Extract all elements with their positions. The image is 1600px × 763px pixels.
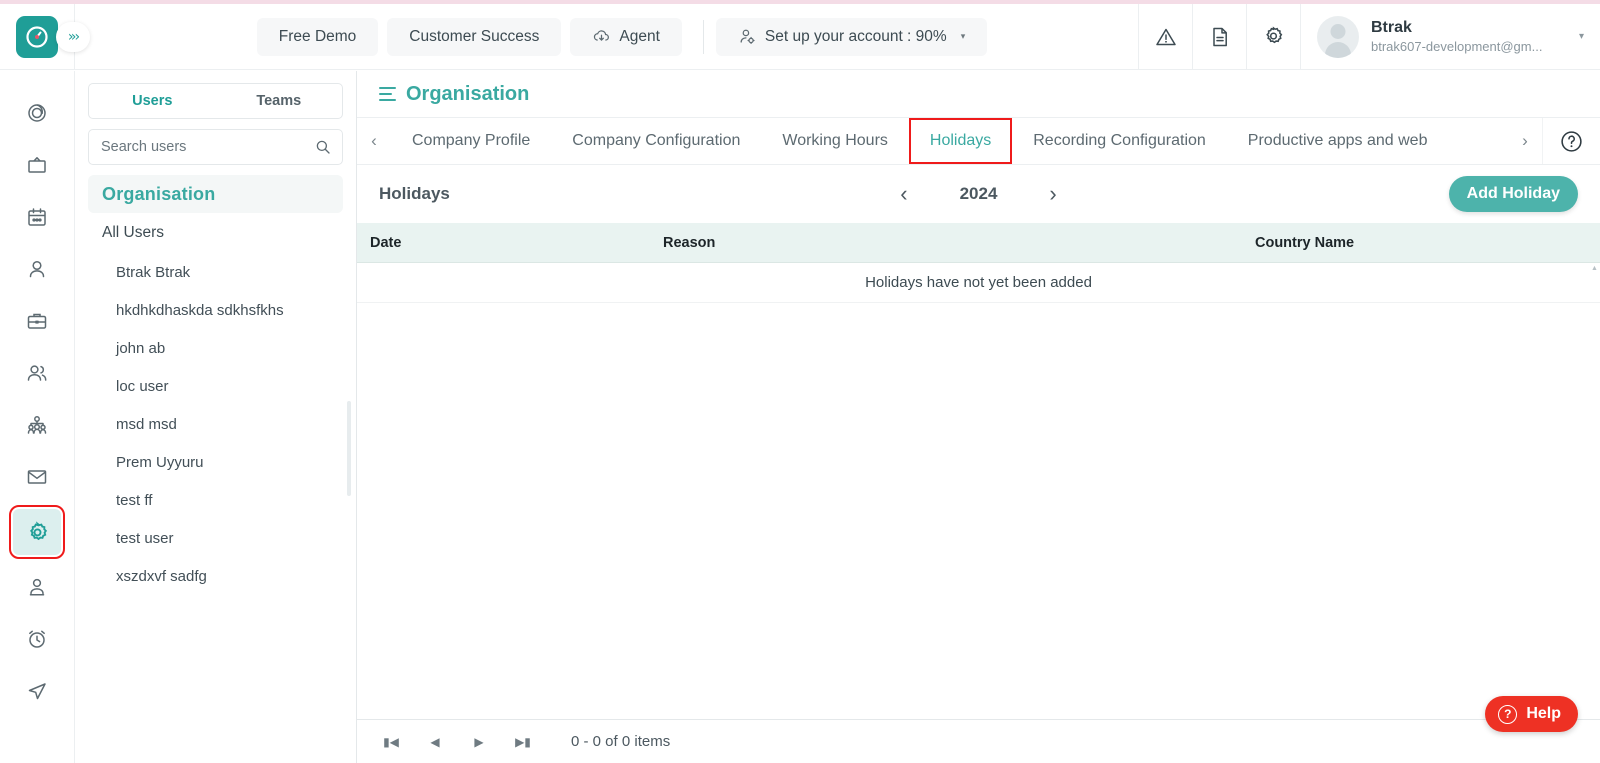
question-mark-icon: ? [1498,704,1518,724]
tab-company-profile[interactable]: Company Profile [391,118,551,164]
tabs-scroll-area: Company Profile Company Configuration Wo… [391,118,1508,164]
last-page-icon[interactable]: ▶▮ [501,720,545,763]
sidebar-icon-mail[interactable] [15,457,59,497]
settings-tabbar: ‹ Company Profile Company Configuration … [357,117,1600,165]
table-pager: ▮◀ ◀ ▶ ▶▮ 0 - 0 of 0 items [357,719,1600,763]
org-node-organisation[interactable]: Organisation [88,175,343,213]
list-item[interactable]: hkdhkdhaskda sdkhsfkhs [88,291,343,329]
users-teams-tabs: Users Teams [88,83,343,119]
next-year-button[interactable]: › [1049,181,1056,207]
sidebar-icon-screenshots[interactable] [15,145,59,185]
sidebar-icon-send[interactable] [15,671,59,711]
sidebar-icon-settings[interactable] [9,505,65,559]
sidebar-icon-calendar[interactable] [15,197,59,237]
main-content: Organisation ‹ Company Profile Company C… [357,71,1600,763]
search-input[interactable] [101,139,314,155]
sidebar-icon-projects[interactable] [15,301,59,341]
customer-success-button[interactable]: Customer Success [387,17,562,56]
settings-gear-icon[interactable] [1246,3,1300,70]
account-setup-button[interactable]: Set up your account : 90% ▾ [715,17,988,56]
list-item[interactable]: msd msd [88,405,343,443]
prev-year-button[interactable]: ‹ [900,181,907,207]
sidebar-icon-org-chart[interactable] [15,405,59,445]
top-bar: »› Free Demo Customer Success Agent Set … [0,3,1600,70]
main-header: Organisation [357,71,1600,117]
customer-success-label: Customer Success [409,27,540,45]
account-setup-label: Set up your account : 90% [764,27,947,45]
user-menu-chevron-down-icon[interactable]: ▾ [1559,31,1584,42]
icon-rail [0,71,75,763]
list-item[interactable]: xszdxvf sadfg [88,557,343,595]
users-panel: Users Teams Organisation All Users Btrak… [75,71,357,763]
pager-info: 0 - 0 of 0 items [571,733,671,750]
tab-working-hours[interactable]: Working Hours [761,118,909,164]
chevron-down-icon[interactable]: ▾ [961,31,966,42]
holidays-table: Date Reason Country Name Holidays have n… [357,223,1600,719]
column-header-reason[interactable]: Reason [663,235,963,251]
list-item[interactable]: Prem Uyyuru [88,443,343,481]
hamburger-icon[interactable] [379,86,396,102]
chevron-left-icon[interactable]: ‹ [357,118,391,164]
add-holiday-button[interactable]: Add Holiday [1448,176,1578,212]
sidebar-icon-teams[interactable] [15,353,59,393]
next-page-icon[interactable]: ▶ [457,720,501,763]
user-account-menu[interactable]: Btrak btrak607-development@gm... ▾ [1300,3,1600,70]
search-users-box[interactable] [88,129,343,165]
tab-recording-configuration[interactable]: Recording Configuration [1012,118,1227,164]
help-widget-button[interactable]: ? Help [1485,696,1578,732]
user-email: btrak607-development@gm... [1371,38,1543,54]
org-node-all-users[interactable]: All Users [88,213,343,253]
help-label: Help [1526,705,1561,722]
users-panel-scrollbar[interactable] [347,401,351,496]
tab-teams[interactable]: Teams [216,84,343,118]
top-bar-center: Free Demo Customer Success Agent Set up … [75,17,1138,56]
user-name: Btrak [1371,18,1412,36]
sidebar-icon-user[interactable] [15,249,59,289]
sidebar-icon-profile[interactable] [15,567,59,607]
current-year: 2024 [959,184,998,203]
list-item[interactable]: john ab [88,329,343,367]
top-bar-divider [702,19,704,54]
sidebar-icon-dashboard[interactable] [15,93,59,133]
column-header-country-name[interactable]: Country Name [963,235,1600,251]
holidays-panel-header: Holidays ‹ 2024 › Add Holiday [357,165,1600,223]
table-empty-message: Holidays have not yet been added [357,263,1600,303]
list-item[interactable]: Btrak Btrak [88,253,343,291]
warning-icon[interactable] [1138,3,1192,70]
table-header-row: Date Reason Country Name [357,223,1600,263]
first-page-icon[interactable]: ▮◀ [369,720,413,763]
list-item[interactable]: loc user [88,367,343,405]
list-item[interactable]: test ff [88,481,343,519]
column-header-date[interactable]: Date [357,235,663,251]
top-bar-right: Btrak btrak607-development@gm... ▾ [1138,3,1600,70]
agent-button[interactable]: Agent [570,17,682,56]
search-icon[interactable] [314,138,332,156]
scroll-up-arrow-icon[interactable]: ▲ [1591,265,1598,272]
logo-area: »› [0,3,90,70]
year-navigator: ‹ 2024 › [357,181,1600,207]
sidebar-icon-alarm[interactable] [15,619,59,659]
tab-productive-apps-and-websites[interactable]: Productive apps and web [1227,118,1449,164]
list-item[interactable]: test user [88,519,343,557]
tab-users[interactable]: Users [89,84,216,118]
free-demo-label: Free Demo [278,27,357,45]
user-list: Btrak Btrak hkdhkdhaskda sdkhsfkhs john … [88,253,343,595]
document-icon[interactable] [1192,3,1246,70]
prev-page-icon[interactable]: ◀ [413,720,457,763]
agent-label: Agent [619,27,660,45]
double-chevron-right-icon[interactable]: »› [56,21,90,52]
free-demo-button[interactable]: Free Demo [256,17,379,56]
tab-holidays[interactable]: Holidays [908,118,1013,164]
clock-logo-icon[interactable] [16,15,58,58]
tab-company-configuration[interactable]: Company Configuration [551,118,761,164]
page-title: Organisation [406,82,530,105]
question-circle-icon[interactable] [1542,118,1600,164]
avatar [1317,15,1359,58]
holidays-title: Holidays [379,184,450,203]
cloud-download-icon [592,27,611,46]
table-vertical-scrollbar[interactable]: ▲ [1591,265,1598,717]
user-gear-icon [738,27,757,46]
chevron-right-icon[interactable]: › [1508,118,1542,164]
table-body [357,303,1600,719]
